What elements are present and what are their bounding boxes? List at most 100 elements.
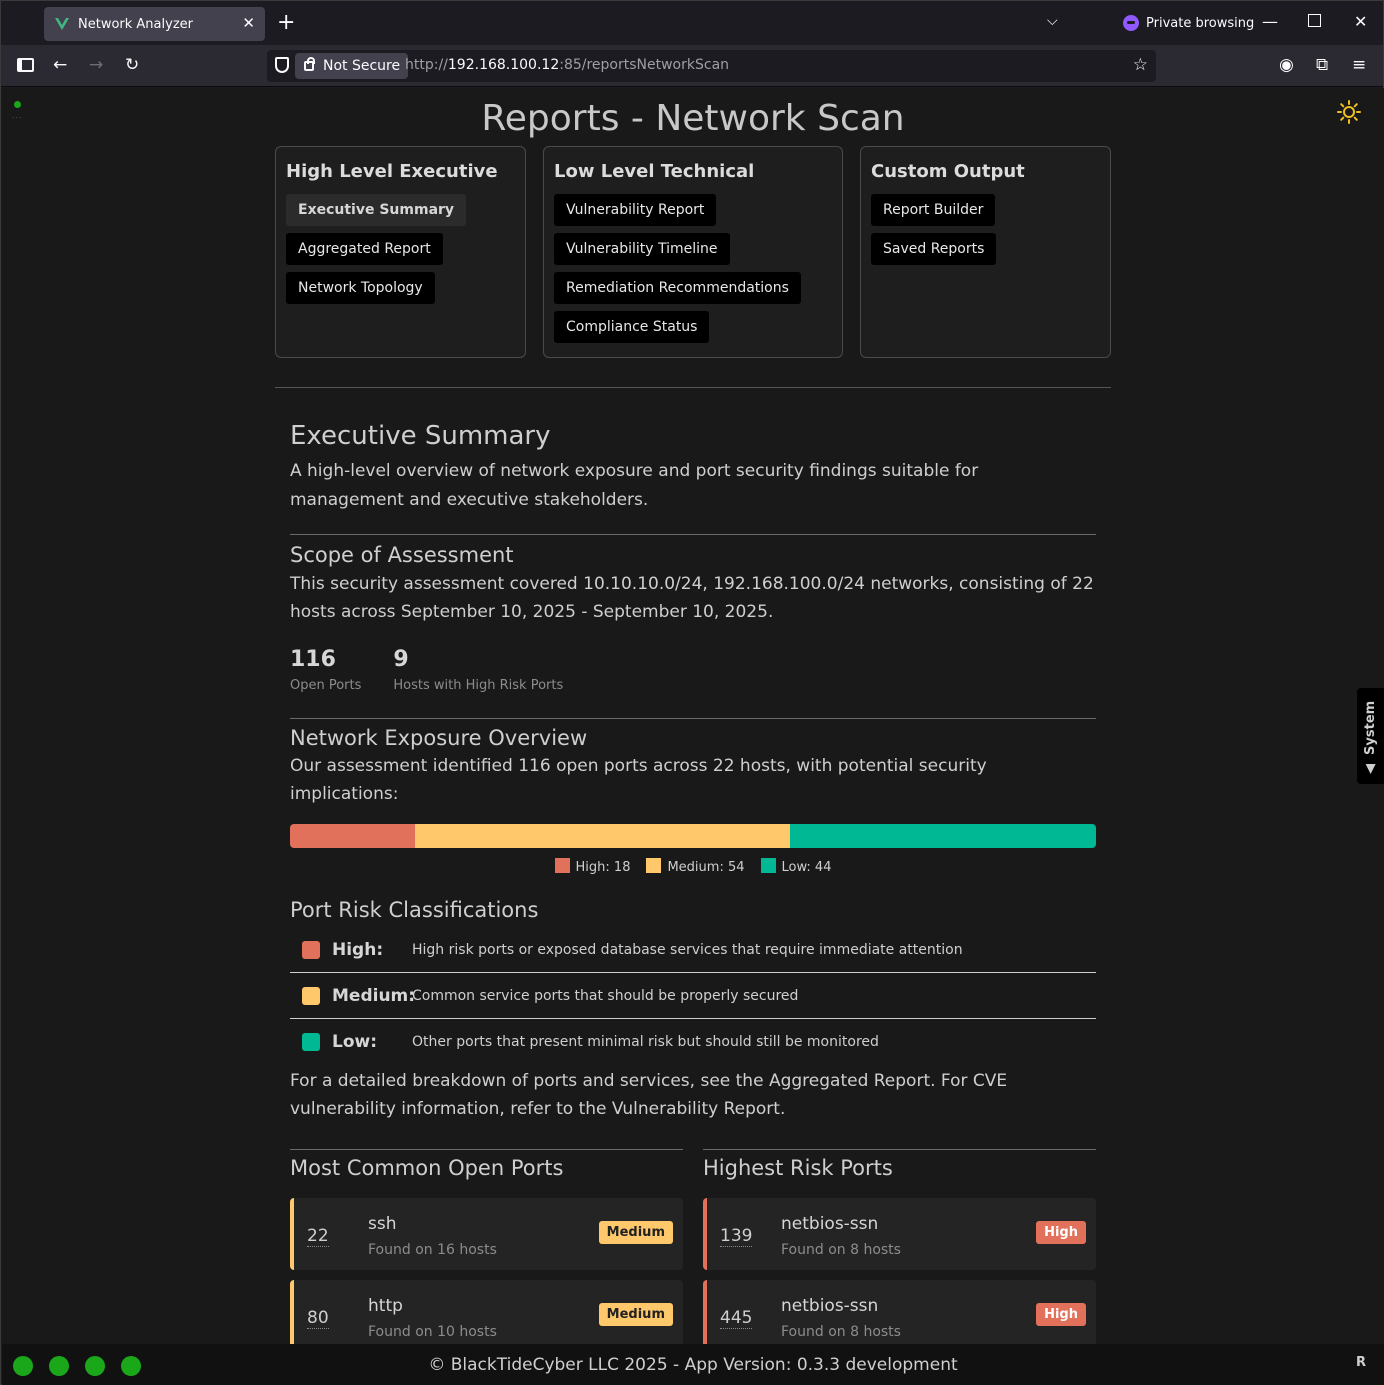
system-tab-text: System (1363, 700, 1378, 755)
nav-card-low-level: Low Level Technical Vulnerability Report… (543, 146, 843, 358)
close-icon[interactable]: ✕ (242, 14, 255, 32)
risk-swatch (302, 940, 320, 959)
nav-card-custom-output: Custom Output Report Builder Saved Repor… (860, 146, 1111, 358)
vulnerability-report-button[interactable]: Vulnerability Report (554, 194, 717, 226)
reload-icon[interactable]: ↻ (125, 55, 139, 75)
tab-strip: Network Analyzer ✕ + ⌵ Private browsing … (1, 1, 1383, 45)
shield-icon[interactable] (275, 57, 289, 73)
executive-summary-section: Executive Summary A high-level overview … (290, 421, 1096, 1344)
risk-description: Other ports that present minimal risk bu… (412, 1034, 879, 1050)
section-lead: A high-level overview of network exposur… (290, 461, 979, 510)
exposure-heading: Network Exposure Overview (290, 726, 588, 750)
stat-value: 9 (393, 647, 409, 672)
aggregated-report-button[interactable]: Aggregated Report (286, 233, 443, 265)
system-panel-toggle[interactable]: ◀ System (1357, 688, 1384, 784)
port-columns: Most Common Open Ports 22 ssh Found on 1… (290, 1149, 1096, 1344)
port-number: 139 (720, 1226, 753, 1247)
stat-label: Open Ports (290, 678, 362, 693)
divider (290, 1149, 683, 1150)
divider (290, 718, 1096, 719)
sidebar-icon[interactable] (17, 58, 34, 72)
browser-tab[interactable]: Network Analyzer ✕ (44, 7, 265, 41)
nav-card-high-level: High Level Executive Executive Summary A… (275, 146, 526, 358)
scope-heading: Scope of Assessment (290, 543, 514, 567)
menu-icon[interactable]: ≡ (1352, 55, 1366, 75)
exposure-segment-high (290, 824, 416, 848)
vulnerability-timeline-button[interactable]: Vulnerability Timeline (554, 233, 730, 265)
legend-swatch (760, 858, 776, 873)
executive-summary-button[interactable]: Executive Summary (286, 194, 467, 226)
risk-label: Medium: (332, 985, 416, 1006)
risk-swatch (302, 986, 320, 1005)
remediation-recommendations-button[interactable]: Remediation Recommendations (554, 272, 801, 304)
risk-description: High risk ports or exposed database serv… (412, 941, 963, 958)
port-number: 445 (720, 1308, 753, 1329)
saved-reports-button[interactable]: Saved Reports (871, 233, 997, 265)
port-service: http (368, 1296, 403, 1316)
bookmark-star-icon[interactable]: ☆ (1133, 55, 1148, 75)
nav-card-title: High Level Executive (286, 161, 498, 182)
lock-icon (304, 57, 315, 71)
risk-heading: Port Risk Classifications (290, 898, 539, 922)
legend-swatch (646, 858, 662, 873)
stats-row: 116 Open Ports 9 Hosts with High Risk Po… (290, 647, 1096, 693)
network-topology-button[interactable]: Network Topology (286, 272, 435, 304)
exposure-segment-medium (415, 824, 791, 848)
account-icon[interactable]: ◉ (1279, 55, 1294, 75)
private-label: Private browsing (1146, 15, 1255, 31)
port-card[interactable]: 445 netbios-ssn Found on 8 hosts High (703, 1280, 1096, 1344)
risk-description: Common service ports that should be prop… (412, 987, 799, 1004)
minimize-icon[interactable]: — (1262, 12, 1278, 31)
copyright-text: © BlackTideCyber LLC 2025 - App Version:… (428, 1355, 958, 1375)
window-close-icon[interactable]: ✕ (1354, 12, 1367, 31)
url-bar[interactable]: Not Secure http://192.168.100.12:85/repo… (267, 50, 1156, 82)
risk-badge: Medium (598, 1303, 673, 1326)
not-secure-badge[interactable]: Not Secure (295, 53, 409, 79)
maximize-icon[interactable] (1308, 14, 1321, 27)
back-icon[interactable]: ← (53, 55, 67, 75)
exposure-segment-low (790, 824, 1096, 848)
exposure-bar (290, 824, 1096, 848)
detail-text: For a detailed breakdown of ports and se… (290, 1071, 1008, 1119)
risk-label: High: (332, 939, 384, 960)
stat-high-risk-hosts: 9 Hosts with High Risk Ports (393, 647, 563, 693)
chevron-down-icon[interactable]: ⌵ (1047, 13, 1058, 29)
tab-title: Network Analyzer (78, 16, 193, 32)
exposure-legend: High: 18 Medium: 54 Low: 44 (290, 858, 1096, 875)
port-found: Found on 16 hosts (368, 1242, 497, 1258)
port-number: 22 (307, 1226, 329, 1247)
port-found: Found on 10 hosts (368, 1324, 497, 1340)
port-card[interactable]: 22 ssh Found on 16 hosts Medium (290, 1198, 683, 1270)
navigation-bar: ← → ↻ Not Secure http://192.168.100.12:8… (1, 45, 1383, 87)
divider (290, 534, 1096, 535)
risk-badge: High (1036, 1303, 1086, 1326)
url-path: :85/reportsNetworkScan (559, 57, 730, 73)
forward-icon[interactable]: → (89, 55, 103, 75)
section-divider (275, 387, 1111, 388)
url-text[interactable]: http://192.168.100.12:85/reportsNetworkS… (405, 57, 729, 73)
stat-label: Hosts with High Risk Ports (393, 678, 564, 693)
risk-label: Low: (332, 1032, 378, 1052)
extensions-icon[interactable]: ⧉ (1316, 55, 1328, 75)
legend-label: High: 18 (575, 860, 631, 875)
compliance-status-button[interactable]: Compliance Status (554, 311, 710, 343)
exposure-text: Our assessment identified 116 open ports… (290, 756, 987, 804)
port-card[interactable]: 139 netbios-ssn Found on 8 hosts High (703, 1198, 1096, 1270)
common-ports-column: Most Common Open Ports 22 ssh Found on 1… (290, 1149, 683, 1344)
risk-badge: Medium (598, 1221, 673, 1244)
report-builder-button[interactable]: Report Builder (871, 194, 996, 226)
private-mask-icon (1123, 15, 1139, 31)
private-browsing-indicator: Private browsing (1123, 15, 1254, 31)
new-tab-icon[interactable]: + (277, 10, 295, 35)
section-heading: Executive Summary (290, 421, 551, 451)
legend-label: Medium: 54 (667, 860, 745, 875)
port-number: 80 (307, 1308, 329, 1329)
port-service: netbios-ssn (781, 1296, 879, 1316)
port-card[interactable]: 80 http Found on 10 hosts Medium (290, 1280, 683, 1344)
page-content: ... Reports - Network Scan High Level Ex… (2, 88, 1384, 1344)
port-found: Found on 8 hosts (781, 1324, 901, 1340)
legend-label: Low: 44 (781, 860, 832, 875)
browser-window: Network Analyzer ✕ + ⌵ Private browsing … (0, 0, 1384, 1385)
port-found: Found on 8 hosts (781, 1242, 901, 1258)
port-service: netbios-ssn (781, 1214, 879, 1234)
